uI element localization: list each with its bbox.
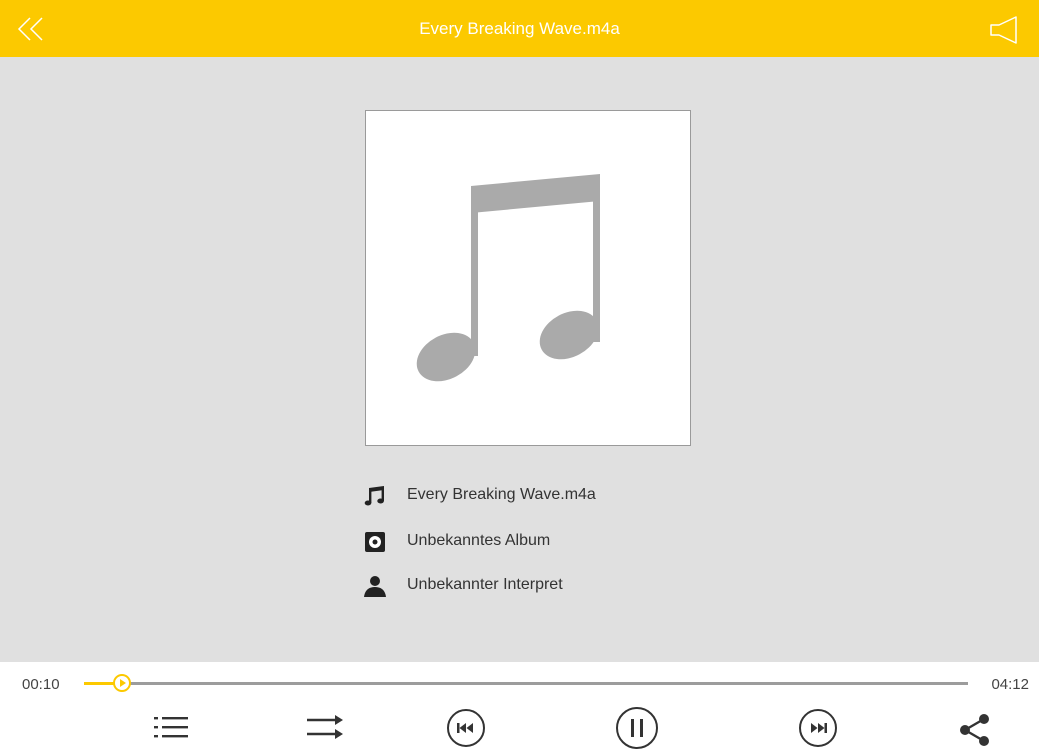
album-art <box>365 110 691 446</box>
playlist-button[interactable] <box>152 708 192 748</box>
playlist-icon <box>154 717 188 738</box>
album-name: Unbekanntes Album <box>407 532 551 549</box>
next-button[interactable] <box>798 708 838 748</box>
album-disc-icon <box>365 532 385 552</box>
previous-button[interactable] <box>446 708 486 748</box>
volume-button[interactable] <box>989 16 1019 44</box>
page-title: Every Breaking Wave.m4a <box>419 19 620 38</box>
speaker-icon <box>990 16 1017 44</box>
current-time: 00:10 <box>22 676 60 693</box>
repeat-icon <box>307 715 343 739</box>
player-controls-bar: 00:10 04:12 <box>0 662 1039 751</box>
pause-icon <box>616 707 658 749</box>
progress-thumb[interactable] <box>113 674 132 692</box>
total-time: 04:12 <box>991 676 1029 693</box>
previous-icon <box>447 709 485 747</box>
artist-name: Unbekannter Interpret <box>407 576 563 593</box>
next-icon <box>799 709 837 747</box>
person-icon <box>364 576 386 597</box>
music-note-icon <box>416 174 600 382</box>
track-title: Every Breaking Wave.m4a <box>407 486 596 503</box>
progress-bar[interactable] <box>84 674 968 692</box>
share-icon <box>960 714 989 746</box>
share-button[interactable] <box>957 708 997 748</box>
music-note-icon <box>364 486 384 506</box>
header-bar: Every Breaking Wave.m4a <box>0 0 1039 57</box>
pause-button[interactable] <box>616 707 658 749</box>
repeat-button[interactable] <box>305 708 345 748</box>
